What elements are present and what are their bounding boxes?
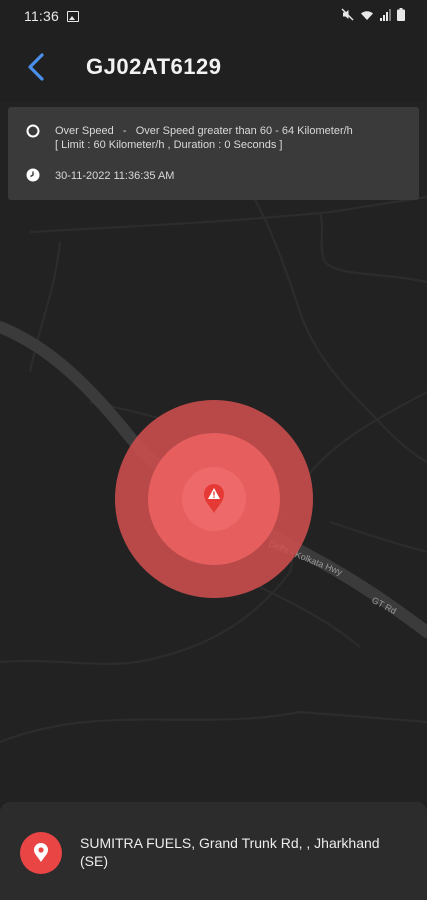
location-pin-icon: [20, 832, 62, 874]
map-canvas: Delhi - Kolkata Hwy GT Rd: [0, 102, 427, 802]
mute-icon: [341, 8, 354, 21]
gallery-notification-icon: [67, 10, 79, 22]
status-time: 11:36: [24, 8, 59, 24]
alert-separator: -: [122, 125, 127, 137]
map-view[interactable]: Delhi - Kolkata Hwy GT Rd: [0, 102, 427, 802]
back-button[interactable]: [16, 47, 56, 87]
alert-description: Over Speed - Over Speed greater than 60 …: [55, 124, 353, 152]
wifi-icon: [361, 10, 373, 20]
chevron-left-icon: [28, 53, 44, 81]
alert-type-label: Over Speed: [55, 125, 114, 137]
alert-description-text: Over Speed greater than 60 - 64 Kilomete…: [135, 125, 353, 137]
address-panel[interactable]: SUMITRA FUELS, Grand Trunk Rd, , Jharkha…: [0, 802, 427, 900]
clock-icon: [26, 168, 40, 182]
page-title: GJ02AT6129: [86, 54, 222, 79]
status-icons: [341, 8, 405, 21]
battery-icon: [397, 8, 405, 21]
alert-timestamp: 30-11-2022 11:36:35 AM: [55, 170, 175, 182]
alert-info-card: Over Speed - Over Speed greater than 60 …: [8, 107, 419, 200]
address-text: SUMITRA FUELS, Grand Trunk Rd, , Jharkha…: [80, 835, 380, 869]
screen: 11:36 GJ02AT6129 Delhi - Kolkata Hwy GT …: [0, 0, 427, 900]
radio-circle-icon: [26, 124, 40, 138]
signal-icon: [380, 8, 391, 21]
status-bar: 11:36: [0, 0, 427, 32]
app-header: GJ02AT6129: [0, 32, 427, 102]
alert-details-text: [ Limit : 60 Kilometer/h , Duration : 0 …: [55, 139, 283, 151]
